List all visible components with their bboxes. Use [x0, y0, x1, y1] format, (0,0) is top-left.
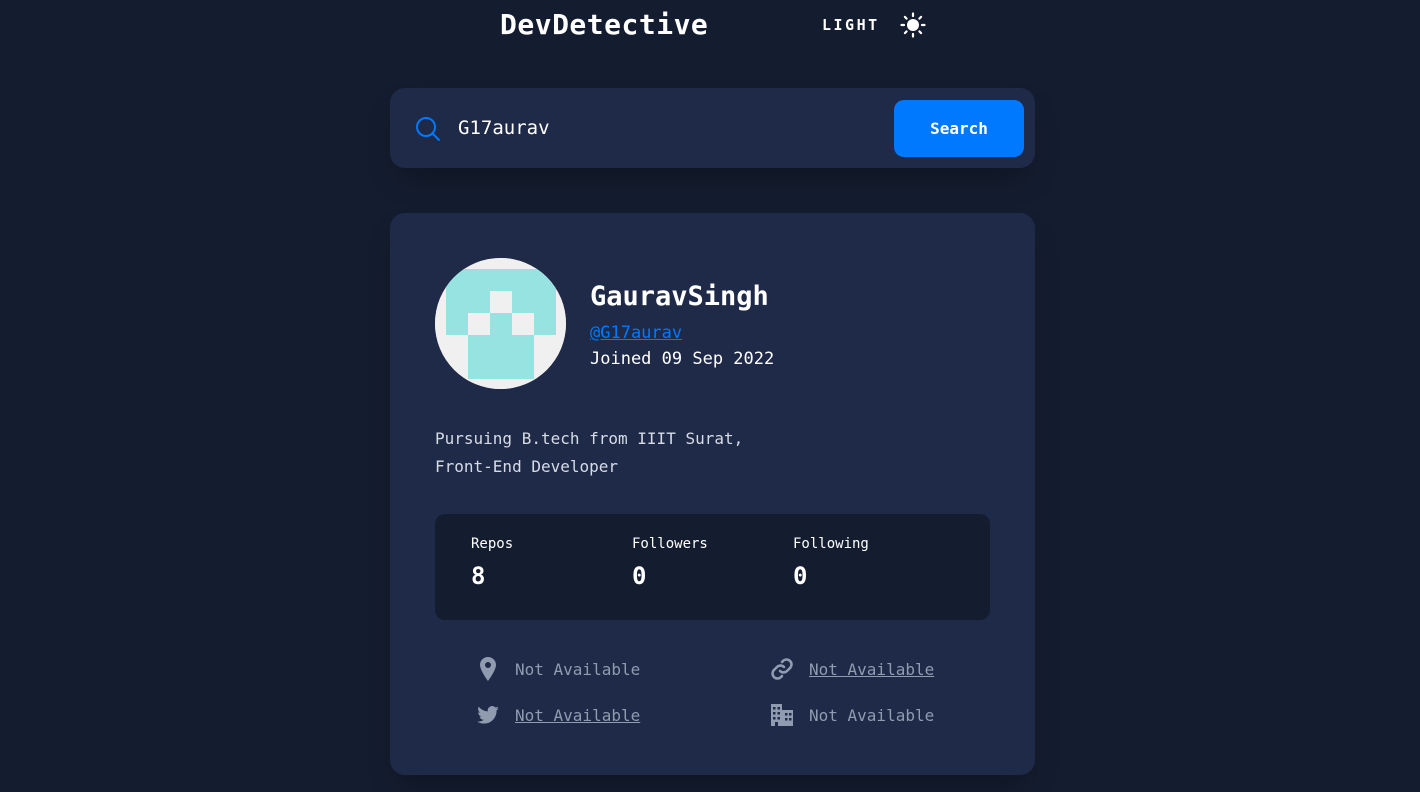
location-text: Not Available [515, 659, 641, 679]
profile-name: GauravSingh [590, 281, 769, 312]
header: DevDetective LIGHT [390, 0, 1035, 56]
stat-value: 8 [471, 562, 486, 590]
stat-label: Followers [632, 536, 708, 552]
info-company: Not Available [770, 703, 934, 727]
stat-label: Following [793, 536, 869, 552]
stat-followers: Followers 0 [632, 536, 708, 590]
stat-label: Repos [471, 536, 514, 552]
twitter-icon [476, 703, 500, 727]
joined-date: Joined 09 Sep 2022 [590, 349, 775, 369]
info-twitter: Not Available [476, 703, 640, 727]
app-title: DevDetective [500, 8, 709, 41]
search-bar: Search [390, 88, 1035, 168]
stat-value: 0 [793, 562, 808, 590]
info-website: Not Available [770, 657, 934, 681]
search-button[interactable]: Search [894, 100, 1024, 157]
theme-toggle-label[interactable]: LIGHT [822, 16, 880, 34]
location-pin-icon [476, 657, 500, 681]
stats-panel: Repos 8 Followers 0 Following 0 [435, 514, 990, 620]
company-text: Not Available [809, 705, 935, 725]
app: DevDetective LIGHT G17aurav Search Gaura… [0, 0, 1420, 792]
website-link[interactable]: Not Available [809, 660, 934, 679]
bio-line: Pursuing B.tech from IIIT Surat, [435, 429, 744, 448]
profile-handle-link[interactable]: @G17aurav [590, 323, 682, 343]
search-icon [415, 116, 441, 142]
stat-following: Following 0 [793, 536, 869, 590]
profile-card: GauravSingh @G17aurav Joined 09 Sep 2022… [390, 213, 1035, 775]
building-icon [770, 703, 794, 727]
info-location: Not Available [476, 657, 640, 681]
avatar [435, 258, 566, 389]
link-icon [770, 657, 794, 681]
bio-line: Front-End Developer [435, 457, 619, 476]
sun-icon[interactable] [900, 12, 926, 38]
stat-repos: Repos 8 [471, 536, 513, 590]
theme-toggle[interactable]: LIGHT [822, 10, 926, 40]
search-input[interactable] [458, 110, 878, 146]
stat-value: 0 [632, 562, 647, 590]
profile-bio: Pursuing B.tech from IIIT Surat, Front-E… [435, 425, 975, 481]
twitter-link[interactable]: Not Available [515, 706, 640, 725]
